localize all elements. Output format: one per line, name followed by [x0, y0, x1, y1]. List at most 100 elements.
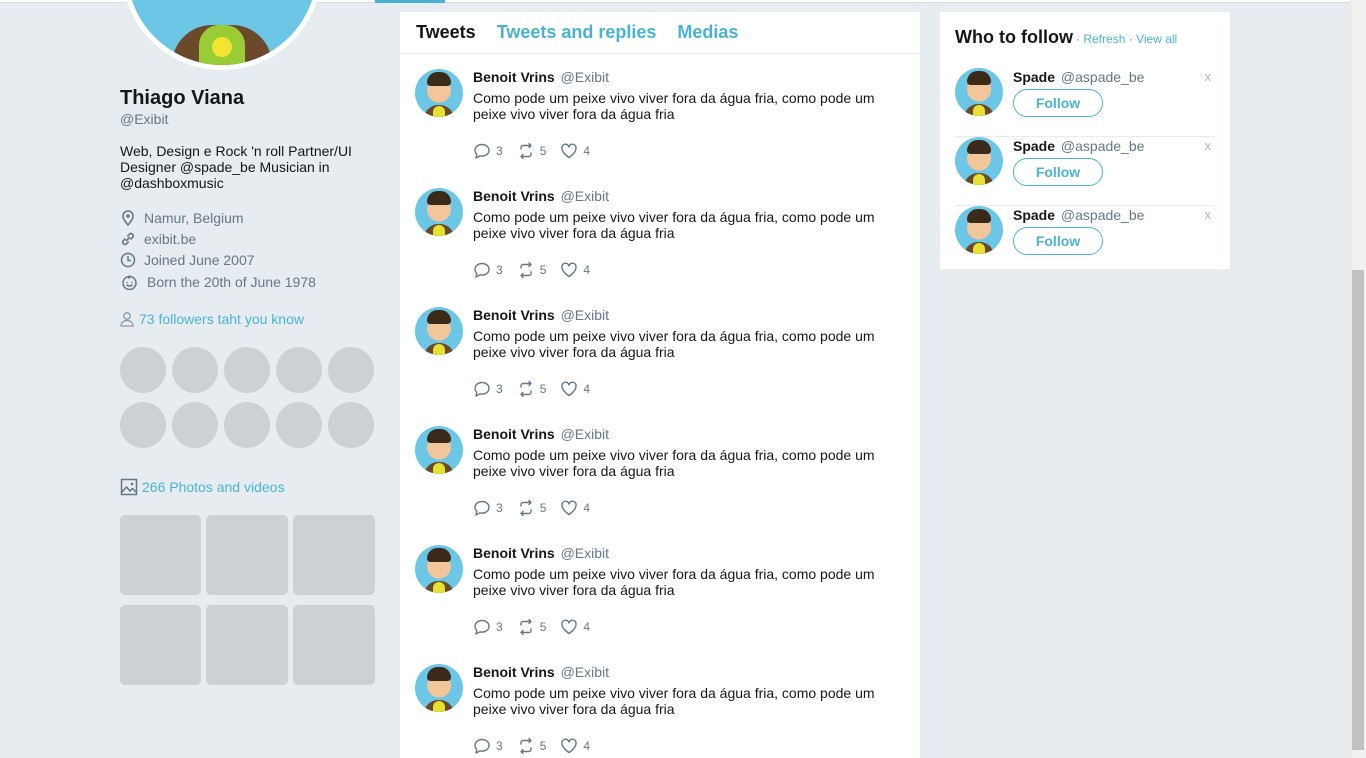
tweet-author-name[interactable]: Benoit Vrins [473, 188, 555, 204]
follower-avatar[interactable] [224, 402, 270, 448]
tweet-text: Como pode um peixe vivo viver fora da ág… [473, 447, 875, 479]
suggested-user-name[interactable]: Spade [1013, 138, 1055, 154]
reply-button[interactable]: 3 [473, 737, 503, 755]
tweet-author-handle[interactable]: @Exibit [561, 69, 609, 85]
tweet-author-name[interactable]: Benoit Vrins [473, 664, 555, 680]
tweet-actions: 3 5 4 [473, 261, 604, 279]
tweet-avatar[interactable] [415, 69, 463, 117]
photo-thumbnail[interactable] [120, 515, 201, 595]
like-button[interactable]: 4 [560, 499, 590, 517]
retweet-button[interactable]: 5 [517, 499, 546, 517]
profile-website[interactable]: exibit.be [120, 231, 196, 247]
photo-thumbnail[interactable] [206, 605, 288, 685]
photo-thumbnail[interactable] [293, 605, 375, 685]
follower-avatar[interactable] [276, 402, 322, 448]
reply-button[interactable]: 3 [473, 142, 503, 160]
like-button[interactable]: 4 [560, 261, 590, 279]
profile-avatar[interactable] [122, 0, 322, 70]
tweet-actions: 3 5 4 [473, 380, 604, 398]
follower-avatar[interactable] [224, 347, 270, 393]
follower-avatar[interactable] [328, 347, 374, 393]
follower-avatar[interactable] [120, 347, 166, 393]
tweet-author-name[interactable]: Benoit Vrins [473, 307, 555, 323]
follow-button[interactable]: Follow [1013, 227, 1103, 255]
retweet-button[interactable]: 5 [517, 380, 546, 398]
tab-medias[interactable]: Medias [677, 22, 738, 43]
tweet-text: Como pode um peixe vivo viver fora da ág… [473, 209, 875, 241]
tweet-author-name[interactable]: Benoit Vrins [473, 426, 555, 442]
page-scrollbar[interactable] [1350, 0, 1366, 758]
tab-tweets-and-replies[interactable]: Tweets and replies [497, 22, 657, 43]
profile-joined: Joined June 2007 [120, 252, 255, 268]
view-all-link[interactable]: View all [1136, 32, 1177, 46]
tweet-author-handle[interactable]: @Exibit [561, 545, 609, 561]
dismiss-suggestion-button[interactable]: x [1205, 138, 1212, 153]
retweet-button[interactable]: 5 [517, 737, 546, 755]
reply-button[interactable]: 3 [473, 261, 503, 279]
suggested-user: Spade @aspade_be x Follow [955, 206, 1215, 275]
follower-avatar[interactable] [172, 402, 218, 448]
suggested-user-handle[interactable]: @aspade_be [1061, 207, 1145, 223]
reply-icon [474, 143, 490, 159]
tweet-author-handle[interactable]: @Exibit [561, 307, 609, 323]
tweet-avatar[interactable] [415, 188, 463, 236]
who-to-follow-actions: · Refresh · View all [1076, 32, 1178, 46]
followers-you-know-link[interactable]: 73 followers taht you know [120, 311, 304, 327]
reply-button[interactable]: 3 [473, 499, 503, 517]
retweet-button[interactable]: 5 [517, 261, 546, 279]
suggested-user-handle[interactable]: @aspade_be [1061, 69, 1145, 85]
tweet-avatar[interactable] [415, 307, 463, 355]
suggested-user-handle[interactable]: @aspade_be [1061, 138, 1145, 154]
photo-thumbnails-grid [120, 515, 376, 685]
profile-handle[interactable]: @Exibit [120, 111, 168, 127]
tweet-text: Como pode um peixe vivo viver fora da ág… [473, 328, 875, 360]
tab-tweets[interactable]: Tweets [416, 22, 476, 43]
suggested-user-name[interactable]: Spade [1013, 207, 1055, 223]
follow-button[interactable]: Follow [1013, 158, 1103, 186]
photos-videos-link[interactable]: 266 Photos and videos [120, 478, 284, 496]
retweet-button[interactable]: 5 [517, 618, 546, 636]
follow-button[interactable]: Follow [1013, 89, 1103, 117]
like-button[interactable]: 4 [560, 737, 590, 755]
tweet-avatar[interactable] [415, 664, 463, 712]
tweet-author-handle[interactable]: @Exibit [561, 188, 609, 204]
refresh-link[interactable]: Refresh [1083, 32, 1125, 46]
follower-avatar[interactable] [172, 347, 218, 393]
follower-avatar[interactable] [276, 347, 322, 393]
reply-button[interactable]: 3 [473, 618, 503, 636]
suggested-user-avatar[interactable] [955, 137, 1003, 185]
suggested-user-name[interactable]: Spade [1013, 69, 1055, 85]
retweet-icon [519, 499, 532, 517]
photo-thumbnail[interactable] [293, 515, 375, 595]
tweet-header: Benoit Vrins @Exibit [473, 307, 609, 323]
tweet-actions: 3 5 4 [473, 618, 604, 636]
like-button[interactable]: 4 [560, 380, 590, 398]
reply-icon [474, 500, 490, 516]
follower-avatar[interactable] [120, 402, 166, 448]
retweet-button[interactable]: 5 [517, 142, 546, 160]
photo-thumbnail[interactable] [120, 605, 201, 685]
reply-button[interactable]: 3 [473, 380, 503, 398]
tweet-avatar[interactable] [415, 545, 463, 593]
retweet-icon [519, 142, 532, 160]
tweet-header: Benoit Vrins @Exibit [473, 426, 609, 442]
follower-avatar[interactable] [328, 402, 374, 448]
reply-icon [474, 619, 490, 635]
tweet-author-handle[interactable]: @Exibit [561, 664, 609, 680]
suggested-user-avatar[interactable] [955, 68, 1003, 116]
tweet-header: Benoit Vrins @Exibit [473, 545, 609, 561]
tweet-author-handle[interactable]: @Exibit [561, 426, 609, 442]
like-button[interactable]: 4 [560, 142, 590, 160]
tweet-author-name[interactable]: Benoit Vrins [473, 69, 555, 85]
dismiss-suggestion-button[interactable]: x [1205, 207, 1212, 222]
tweet-actions: 3 5 4 [473, 737, 604, 755]
scrollbar-thumb[interactable] [1352, 270, 1364, 750]
tweet-actions: 3 5 4 [473, 142, 604, 160]
dismiss-suggestion-button[interactable]: x [1205, 69, 1212, 84]
suggested-user-avatar[interactable] [955, 206, 1003, 254]
photo-thumbnail[interactable] [206, 515, 288, 595]
clock-icon [120, 252, 136, 268]
like-button[interactable]: 4 [560, 618, 590, 636]
tweet-avatar[interactable] [415, 426, 463, 474]
tweet-author-name[interactable]: Benoit Vrins [473, 545, 555, 561]
